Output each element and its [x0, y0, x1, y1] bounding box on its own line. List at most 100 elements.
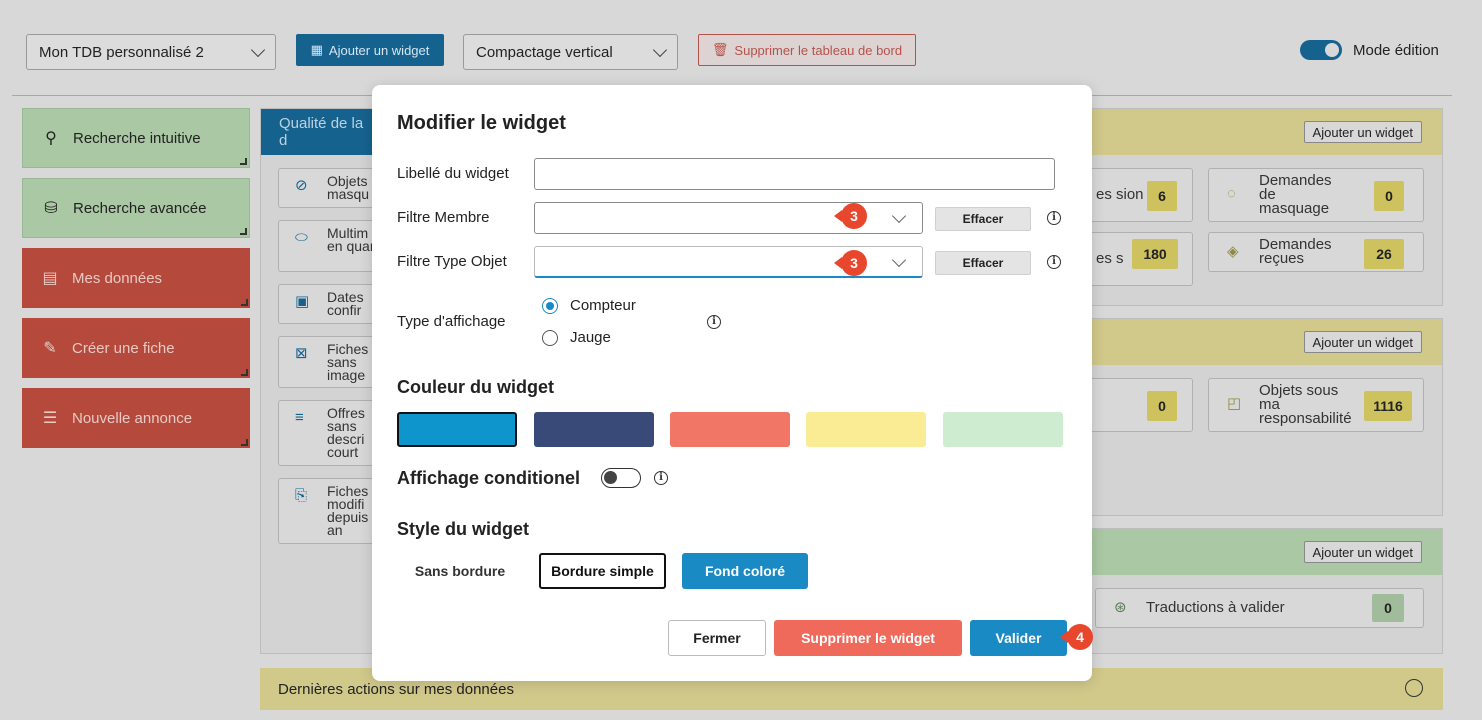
chevron-down-icon	[652, 42, 668, 58]
style-no-border-option[interactable]: Sans bordure	[400, 553, 520, 589]
pill-icon: ⬭	[295, 229, 308, 246]
chevron-down-icon	[250, 42, 266, 58]
counter-value: 0	[1147, 391, 1177, 421]
edit-mode-toggle[interactable]	[1300, 40, 1342, 60]
database-search-icon: ⛁	[44, 200, 58, 217]
sidebar-item-mes-donnees[interactable]: ▤ Mes données	[22, 248, 250, 308]
info-icon[interactable]: i	[707, 315, 721, 329]
close-button[interactable]: Fermer	[668, 620, 766, 656]
display-type-counter-label: Compteur	[570, 297, 636, 314]
validate-button[interactable]: Valider	[970, 620, 1067, 656]
compaction-select-value: Compactage vertical	[476, 43, 613, 61]
add-widget-label: Ajouter un widget	[328, 42, 430, 58]
translations-panel-header: Ajouter un widget	[1086, 529, 1442, 575]
modal-title: Modifier le widget	[397, 112, 566, 134]
color-swatch-coral[interactable]	[670, 412, 790, 447]
conditional-display-title: Affichage conditionel	[397, 468, 581, 488]
latest-actions-title: Dernières actions sur mes données	[278, 680, 514, 698]
quality-card-label: Offres sans descri court	[327, 405, 365, 460]
widget-label-input[interactable]	[534, 158, 1055, 190]
sidebar-item-label: Mes données	[72, 269, 163, 287]
translate-icon: ⊛	[1114, 599, 1127, 616]
color-swatch-yellow[interactable]	[806, 412, 926, 447]
counter-value: 26	[1364, 239, 1404, 269]
dashboard-select[interactable]: Mon TDB personnalisé 2	[26, 34, 276, 70]
sidebar-item-recherche-intuitive[interactable]: ⚲ Recherche intuitive	[22, 108, 250, 168]
edit-mode-label: Mode édition	[1353, 42, 1439, 59]
delete-widget-button[interactable]: Supprimer le widget	[774, 620, 962, 656]
sidebar-item-creer-fiche[interactable]: ✎ Créer une fiche	[22, 318, 250, 378]
sidebar-item-label: Recherche avancée	[73, 199, 207, 217]
quality-panel-title: Qualité de la d	[279, 115, 364, 149]
sidebar-item-nouvelle-annonce[interactable]: ☰ Nouvelle annonce	[22, 388, 250, 448]
add-widget-small-button[interactable]: Ajouter un widget	[1303, 121, 1422, 143]
widget-style-title: Style du widget	[397, 519, 530, 539]
info-icon[interactable]: i	[654, 471, 668, 485]
announcement-icon: ☰	[42, 410, 58, 427]
color-swatch-blue[interactable]	[397, 412, 517, 447]
display-type-gauge-radio[interactable]	[542, 330, 558, 346]
step-badge: 3	[834, 250, 867, 276]
counter-value: 6	[1147, 181, 1177, 211]
calendar-check-icon: ▣	[295, 293, 310, 310]
object-type-filter-clear-button[interactable]: Effacer	[935, 251, 1031, 275]
sidebar-item-label: Nouvelle annonce	[72, 409, 193, 427]
quality-card-label: Objets masqu	[327, 173, 370, 202]
widget-color-title: Couleur du widget	[397, 377, 554, 397]
chevron-down-icon	[891, 252, 907, 268]
member-filter-label: Filtre Membre	[397, 209, 490, 226]
widget-label-field-label: Libellé du widget	[397, 165, 509, 182]
member-filter-clear-button[interactable]: Effacer	[935, 207, 1031, 231]
quality-card-label: Dates confir	[327, 289, 364, 318]
data-icon: ▤	[42, 270, 58, 287]
no-image-icon: ⊠	[295, 345, 308, 362]
quality-card-label: Fiches modifi depuis an	[327, 483, 369, 538]
add-widget-small-button[interactable]: Ajouter un widget	[1303, 331, 1422, 353]
object-icon: ◰	[1227, 395, 1242, 412]
counter-value: 0	[1372, 594, 1404, 622]
trash-icon: 🗑	[711, 42, 729, 57]
counter-value: 180	[1132, 239, 1178, 269]
step-badge: 4	[1060, 624, 1093, 650]
dashboard-select-value: Mon TDB personnalisé 2	[39, 43, 204, 61]
create-record-icon: ✎	[43, 340, 57, 357]
search-icon: ⚲	[45, 130, 57, 147]
quality-panel-header: Qualité de la d	[261, 109, 389, 155]
sidebar-item-label: Recherche intuitive	[73, 129, 201, 147]
request-icon: ◈	[1227, 243, 1239, 260]
object-type-filter-label: Filtre Type Objet	[397, 253, 507, 270]
counter-card-label: es s	[1096, 250, 1124, 267]
info-icon[interactable]: i	[1047, 211, 1061, 225]
grid-add-icon: ▦	[310, 42, 323, 57]
color-swatch-green[interactable]	[943, 412, 1063, 447]
requests-panel-header: Ajouter un widget	[1086, 109, 1442, 155]
display-type-label: Type d'affichage	[397, 313, 506, 330]
sidebar-item-recherche-avancee[interactable]: ⛁ Recherche avancée	[22, 178, 250, 238]
hidden-object-icon: ⊘	[295, 177, 308, 194]
display-type-counter-radio[interactable]	[542, 298, 558, 314]
add-widget-small-button[interactable]: Ajouter un widget	[1303, 541, 1422, 563]
history-icon[interactable]	[1405, 679, 1423, 697]
quality-card-label: Fiches sans image	[327, 341, 369, 383]
style-simple-border-option[interactable]: Bordure simple	[539, 553, 666, 589]
responsibility-panel-header: Ajouter un widget	[1086, 319, 1442, 365]
add-widget-button[interactable]: ▦ Ajouter un widget	[296, 34, 444, 66]
text-info-icon: ≡	[295, 409, 304, 426]
modified-record-icon: ⎘	[295, 487, 308, 504]
chevron-down-icon	[891, 208, 907, 224]
dashboard-toolbar: Mon TDB personnalisé 2 ▦ Ajouter un widg…	[12, 6, 1452, 96]
info-icon[interactable]: i	[1047, 255, 1061, 269]
color-swatch-navy[interactable]	[534, 412, 654, 447]
counter-value: 0	[1374, 181, 1404, 211]
delete-dashboard-label: Supprimer le tableau de bord	[734, 42, 903, 58]
delete-dashboard-button[interactable]: 🗑 Supprimer le tableau de bord	[698, 34, 916, 66]
style-colored-background-option[interactable]: Fond coloré	[682, 553, 808, 589]
compaction-select[interactable]: Compactage vertical	[463, 34, 678, 70]
step-badge: 3	[834, 203, 867, 229]
sidebar-item-label: Créer une fiche	[72, 339, 175, 357]
hidden-eye-icon: ◌	[1227, 185, 1236, 202]
edit-widget-modal: Modifier le widget Libellé du widget Fil…	[372, 85, 1093, 681]
conditional-display-toggle[interactable]	[601, 468, 641, 488]
counter-card-label: es sion	[1096, 186, 1144, 203]
display-type-gauge-label: Jauge	[570, 329, 611, 346]
